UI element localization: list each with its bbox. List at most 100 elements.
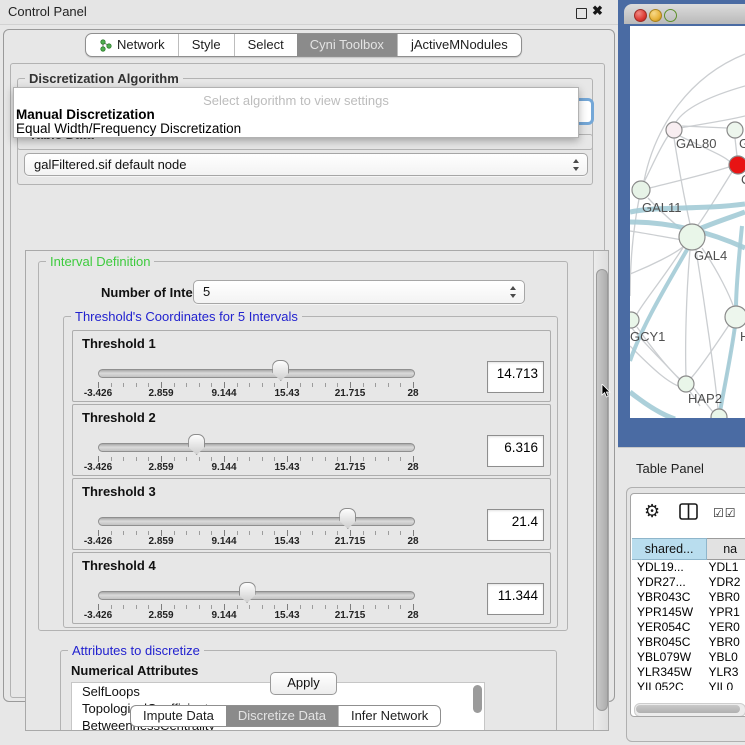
settings-scrollbar-track[interactable] — [593, 251, 609, 730]
table-row[interactable]: YDL19...YDL1 — [632, 560, 745, 575]
dropdown-option-equal-width[interactable]: Equal Width/Frequency Discretization — [16, 121, 241, 136]
close-traffic-light-icon[interactable] — [634, 9, 647, 22]
network-node-label: C — [741, 172, 745, 187]
table-row[interactable]: YBR043CYBR0 — [632, 590, 745, 605]
network-node[interactable] — [678, 376, 694, 392]
network-node[interactable] — [630, 312, 639, 328]
slider-tick-labels: -3.4262.8599.14415.4321.71528 — [98, 536, 413, 547]
cell-shared-name: YBR045C — [632, 635, 704, 650]
tick-mark — [249, 383, 250, 387]
checkbox-columns-icon[interactable]: ☑☑ — [713, 506, 737, 520]
split-columns-icon[interactable] — [679, 503, 698, 520]
tick-mark — [300, 605, 301, 609]
tick-mark — [199, 457, 200, 461]
threshold-slider[interactable]: -3.4262.8599.14415.4321.71528 — [98, 331, 413, 401]
network-window-titlebar[interactable] — [624, 4, 745, 24]
cell-shared-name: YBL079W — [632, 650, 704, 665]
tab-style[interactable]: Style — [178, 34, 234, 56]
tick-mark — [199, 531, 200, 535]
table-row[interactable]: YLR345WYLR3 — [632, 665, 745, 680]
num-intervals-combo[interactable]: 5 — [193, 280, 525, 304]
network-node[interactable] — [725, 306, 745, 328]
table-row[interactable]: YIL052CYIL0 — [632, 680, 745, 690]
network-edge[interactable] — [735, 138, 737, 156]
tab-label: Impute Data — [143, 708, 214, 723]
network-edge[interactable] — [637, 246, 684, 314]
column-header-name[interactable]: na — [707, 538, 745, 560]
network-thick-edge[interactable] — [630, 248, 688, 361]
cell-shared-name: YDR27... — [632, 575, 704, 590]
tab-label: Infer Network — [351, 708, 428, 723]
network-thick-edge[interactable] — [720, 326, 735, 412]
network-thick-edge[interactable] — [736, 226, 742, 308]
table-data-combo[interactable]: galFiltered.sif default node — [24, 153, 588, 176]
close-icon[interactable]: ✖ — [592, 3, 603, 19]
network-edge[interactable] — [676, 86, 745, 122]
threshold-slider[interactable]: -3.4262.8599.14415.4321.71528 — [98, 479, 413, 549]
cell-shared-name: YER054C — [632, 620, 704, 635]
table-panel-titlebar: Table Panel — [618, 447, 745, 488]
tick-mark — [237, 605, 238, 609]
network-node[interactable] — [679, 224, 705, 250]
tab-label: Network — [117, 34, 165, 56]
list-scrollbar-thumb[interactable] — [473, 685, 482, 713]
tab-select[interactable]: Select — [234, 34, 297, 56]
tick-mark — [400, 383, 401, 387]
network-edge[interactable] — [686, 250, 690, 376]
table-row[interactable]: YPR145WYPR1 — [632, 605, 745, 620]
tab-jactivemnodules[interactable]: jActiveMNodules — [397, 34, 521, 56]
apply-button[interactable]: Apply — [270, 672, 337, 695]
network-edge[interactable] — [630, 231, 682, 240]
threshold-slider[interactable]: -3.4262.8599.14415.4321.71528 — [98, 553, 413, 623]
table-hscrollbar-thumb[interactable] — [636, 705, 740, 713]
column-header-shared-name[interactable]: shared... — [632, 538, 707, 560]
table-row[interactable]: YBR045CYBR0 — [632, 635, 745, 650]
tick-mark — [312, 531, 313, 535]
tab-discretize-data[interactable]: Discretize Data — [226, 706, 338, 726]
minimize-traffic-light-icon[interactable] — [649, 9, 662, 22]
network-edge[interactable] — [691, 325, 729, 378]
network-thick-edge[interactable] — [630, 392, 675, 418]
cell-shared-name: YDL19... — [632, 560, 704, 575]
tick-mark — [363, 383, 364, 387]
network-edge[interactable] — [696, 250, 718, 409]
threshold-slider[interactable]: -3.4262.8599.14415.4321.71528 — [98, 405, 413, 475]
float-window-icon[interactable] — [576, 8, 587, 19]
slider-track[interactable] — [98, 517, 415, 526]
table-hscrollbar-track[interactable] — [634, 703, 745, 717]
zoom-traffic-light-icon[interactable] — [664, 9, 677, 22]
threshold-value-field[interactable]: 6.316 — [487, 435, 544, 467]
slider-track[interactable] — [98, 591, 415, 600]
tick-mark — [237, 531, 238, 535]
cell-shared-name: YPR145W — [632, 605, 704, 620]
slider-track[interactable] — [98, 369, 415, 378]
gear-icon[interactable]: ⚙ — [644, 501, 660, 522]
table-row[interactable]: YDR27...YDR2 — [632, 575, 745, 590]
network-node[interactable] — [711, 409, 727, 418]
tick-mark — [325, 531, 326, 535]
slider-tick-labels: -3.4262.8599.14415.4321.71528 — [98, 462, 413, 473]
tab-network[interactable]: Network — [86, 34, 178, 56]
bottom-tab-bar: Impute Data Discretize Data Infer Networ… — [130, 705, 441, 727]
threshold-panel: Threshold 4 -3.4262.8599.14415.4321.7152… — [72, 552, 551, 624]
table-row[interactable]: YER054CYER0 — [632, 620, 745, 635]
tab-infer-network[interactable]: Infer Network — [338, 706, 440, 726]
network-edge[interactable] — [630, 346, 685, 388]
tick-mark — [111, 457, 112, 461]
tick-mark — [111, 605, 112, 609]
threshold-value-field[interactable]: 11.344 — [487, 583, 544, 615]
network-node[interactable] — [632, 181, 650, 199]
tab-impute-data[interactable]: Impute Data — [131, 706, 226, 726]
settings-scrollbar-thumb[interactable] — [596, 269, 608, 711]
network-node-label: GAL4 — [694, 248, 727, 263]
slider-track[interactable] — [98, 443, 415, 452]
dropdown-option-manual[interactable]: Manual Discretization — [16, 107, 155, 122]
tick-mark — [274, 457, 275, 461]
table-row[interactable]: YBL079WYBL0 — [632, 650, 745, 665]
tab-cyni-toolbox[interactable]: Cyni Toolbox — [297, 34, 397, 56]
threshold-value-field[interactable]: 14.713 — [487, 361, 544, 393]
network-canvas[interactable]: GAL80GACGAL11GAL4GCY1HHAP2 — [630, 26, 745, 418]
interval-definition-group: Interval Definition Number of Intervals … — [38, 261, 568, 631]
network-edge[interactable] — [650, 167, 729, 188]
threshold-value-field[interactable]: 21.4 — [487, 509, 544, 541]
